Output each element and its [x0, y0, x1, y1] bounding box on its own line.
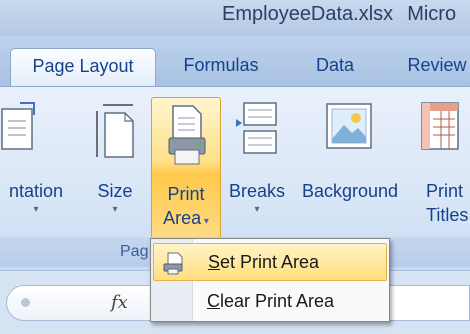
chevron-down-icon: ▾: [33, 204, 39, 215]
file-name: EmployeeData.xlsx: [222, 3, 394, 25]
background-image-icon: [324, 101, 376, 158]
menu-item-label: Set Print Area: [208, 252, 320, 272]
tab-review[interactable]: Review: [392, 48, 470, 86]
orientation-label: ntation ▾: [0, 179, 78, 217]
set-print-area-icon: [162, 251, 186, 280]
menu-item-clear-print-area[interactable]: Clear Print Area: [153, 283, 387, 321]
print-titles-label: Print Titles: [426, 181, 469, 225]
name-box[interactable]: fx: [6, 285, 154, 321]
background-button[interactable]: Background: [294, 95, 406, 233]
chevron-down-icon: ▾: [254, 204, 260, 215]
name-box-grip-icon: [21, 298, 30, 307]
background-label: Background: [301, 181, 399, 201]
app-name: Micro: [407, 3, 457, 25]
menu-item-label: Clear Print Area: [207, 291, 335, 311]
ribbon-tab-strip: Page Layout Formulas Data Review: [0, 36, 470, 86]
print-titles-icon: [419, 101, 465, 162]
title-bar: EmployeeData.xlsx Micro: [0, 0, 470, 36]
size-label: Size ▾: [84, 179, 146, 217]
page-setup-group-label: Pag: [120, 243, 149, 260]
insert-function-icon[interactable]: fx: [111, 292, 128, 313]
chevron-down-icon: ▾: [201, 216, 209, 227]
print-area-dropdown-menu: Set Print Area Clear Print Area: [150, 238, 390, 322]
breaks-label: Breaks ▾: [224, 179, 290, 217]
tab-formulas[interactable]: Formulas: [166, 48, 276, 86]
print-titles-button[interactable]: Print Titles: [412, 95, 470, 233]
window-title: EmployeeData.xlsx Micro: [222, 3, 456, 26]
page-size-icon: [93, 101, 137, 166]
menu-item-set-print-area[interactable]: Set Print Area: [153, 243, 387, 281]
tab-page-layout[interactable]: Page Layout: [10, 48, 156, 86]
print-area-icon: [165, 104, 207, 173]
print-area-label: Print Area ▾: [163, 184, 209, 228]
breaks-button[interactable]: Breaks ▾: [224, 95, 290, 233]
orientation-button[interactable]: ntation ▾: [0, 95, 78, 233]
page-breaks-icon: [234, 101, 280, 162]
print-area-button[interactable]: Print Area ▾: [151, 97, 221, 239]
orientation-icon: [0, 101, 40, 158]
tab-data[interactable]: Data: [300, 48, 370, 86]
chevron-down-icon: ▾: [112, 204, 118, 215]
size-button[interactable]: Size ▾: [84, 95, 146, 233]
